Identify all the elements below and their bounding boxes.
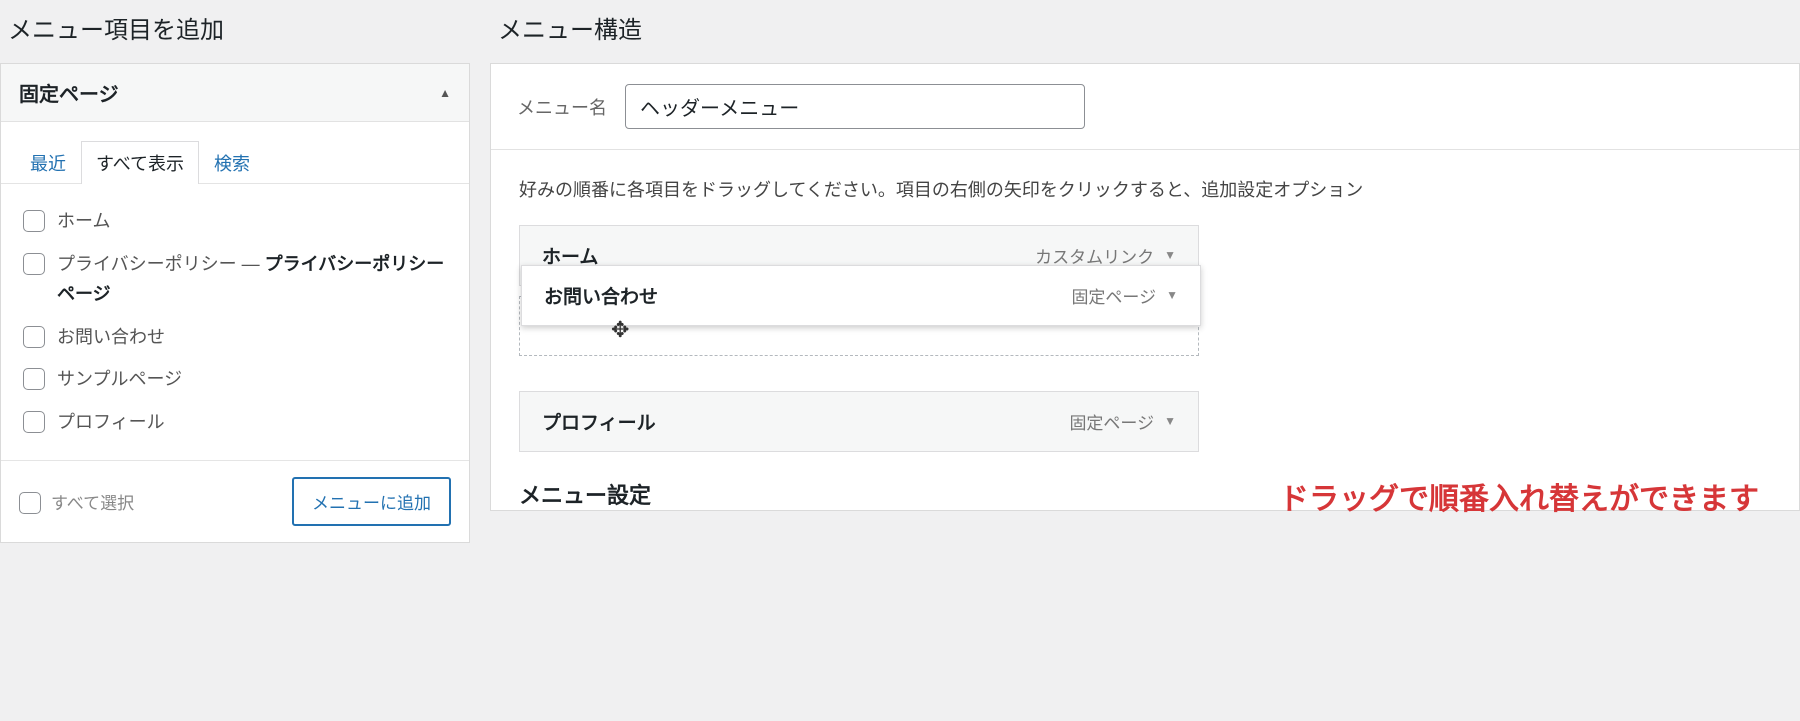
chevron-down-icon: ▼ [1164, 248, 1176, 262]
menu-structure-title: メニュー構造 [490, 10, 1800, 45]
menu-structure-panel: メニュー名 好みの順番に各項目をドラッグしてください。項目の右側の矢印をクリック… [490, 63, 1800, 511]
checkbox-profile[interactable] [23, 411, 45, 433]
chevron-down-icon: ▼ [1164, 414, 1176, 428]
privacy-prefix: プライバシーポリシー — [57, 254, 265, 274]
add-items-title: メニュー項目を追加 [0, 10, 470, 45]
select-all[interactable]: すべて選択 [19, 488, 134, 514]
menu-items-zone: ホーム カスタムリンク ▼ お問い合わせ 固定ページ ▼ ✥ [491, 225, 1799, 478]
add-to-menu-button[interactable]: メニューに追加 [292, 477, 451, 526]
page-item-contact: お問い合わせ [23, 322, 447, 353]
page-list: ホーム プライバシーポリシー — プライバシーポリシーページ お問い合わせ サン… [1, 184, 469, 460]
tab-all[interactable]: すべて表示 [81, 141, 199, 184]
select-all-row: すべて選択 メニューに追加 [1, 460, 469, 542]
pages-accordion: 固定ページ ▲ 最近 すべて表示 検索 ホーム プライバシーポリシー — プライ… [0, 63, 470, 543]
menu-item-type[interactable]: 固定ページ ▼ [1071, 283, 1178, 308]
menu-item-label: お問い合わせ [544, 282, 658, 309]
tab-recent[interactable]: 最近 [15, 141, 81, 184]
accordion-header-label: 固定ページ [19, 78, 119, 107]
drag-callout-text: ドラッグで順番入れ替えができます [1279, 474, 1759, 518]
menu-item-type-text: 固定ページ [1071, 283, 1156, 308]
checkbox-select-all[interactable] [19, 492, 41, 514]
page-item-sample: サンプルページ [23, 364, 447, 395]
menu-item-type-text: 固定ページ [1069, 409, 1154, 434]
page-label: プライバシーポリシー — プライバシーポリシーページ [57, 249, 447, 310]
chevron-down-icon: ▼ [1166, 288, 1178, 302]
checkbox-privacy[interactable] [23, 253, 45, 275]
instructions-text: 好みの順番に各項目をドラッグしてください。項目の右側の矢印をクリックすると、追加… [491, 150, 1799, 225]
checkbox-home[interactable] [23, 210, 45, 232]
menu-name-input[interactable] [625, 84, 1085, 129]
tab-search[interactable]: 検索 [199, 141, 265, 184]
menu-name-label: メニュー名 [517, 94, 607, 120]
menu-item-label: プロフィール [542, 408, 656, 435]
page-item-home: ホーム [23, 206, 447, 237]
move-cursor-icon: ✥ [611, 317, 629, 343]
page-tabs: 最近 すべて表示 検索 [1, 122, 469, 184]
page-label: プロフィール [57, 407, 165, 438]
page-item-privacy: プライバシーポリシー — プライバシーポリシーページ [23, 249, 447, 310]
menu-name-row: メニュー名 [491, 64, 1799, 150]
accordion-header-pages[interactable]: 固定ページ ▲ [1, 64, 469, 122]
checkbox-sample[interactable] [23, 368, 45, 390]
page-label: お問い合わせ [57, 322, 165, 353]
checkbox-contact[interactable] [23, 326, 45, 348]
menu-item-profile[interactable]: プロフィール 固定ページ ▼ [519, 391, 1199, 452]
page-label: ホーム [57, 206, 110, 237]
page-item-profile: プロフィール [23, 407, 447, 438]
caret-up-icon: ▲ [439, 86, 451, 100]
select-all-label: すべて選択 [51, 489, 134, 514]
page-label: サンプルページ [57, 364, 182, 395]
menu-item-type[interactable]: 固定ページ ▼ [1069, 409, 1176, 434]
